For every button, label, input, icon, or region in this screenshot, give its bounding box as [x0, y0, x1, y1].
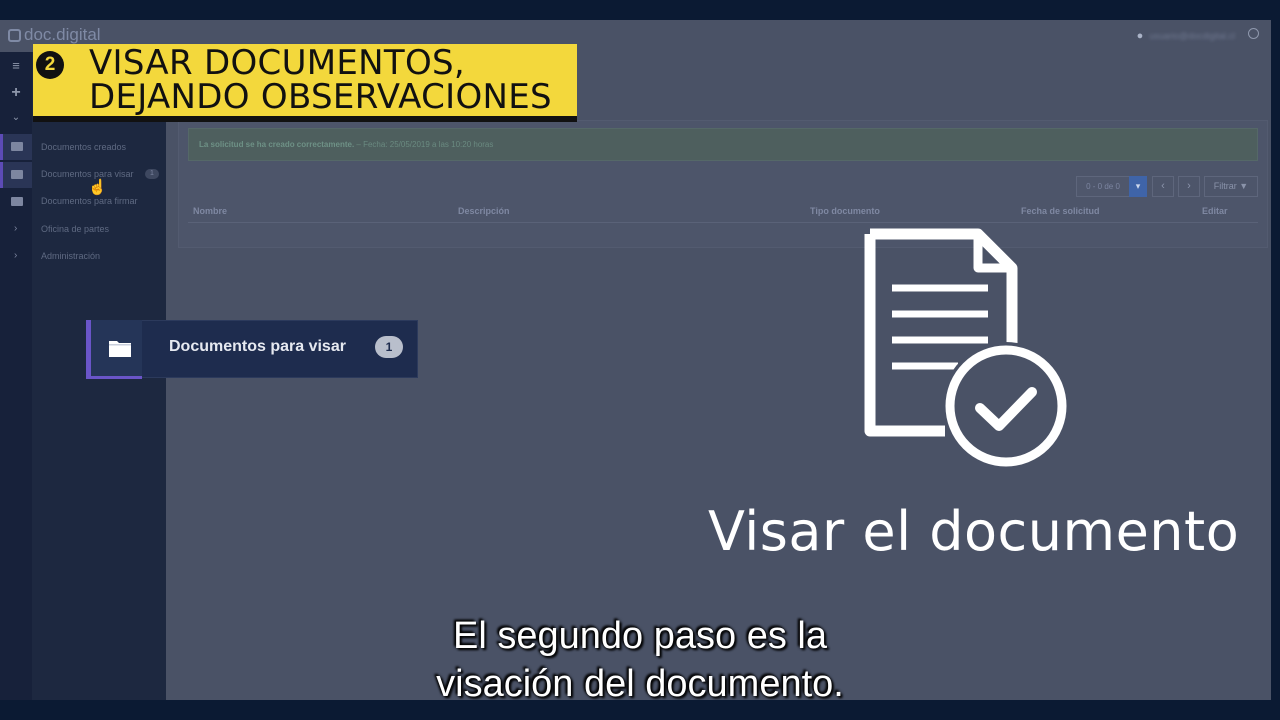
column-header-descripcion[interactable]: Descripción: [458, 206, 510, 216]
success-alert: La solicitud se ha creado correctamente.…: [188, 128, 1258, 161]
folder-icon: [11, 197, 23, 206]
callout-label: Documentos para visar: [169, 338, 346, 355]
column-header-nombre[interactable]: Nombre: [193, 206, 227, 216]
video-frame-bottom: [0, 700, 1280, 720]
alert-message: La solicitud se ha creado correctamente.: [199, 140, 355, 149]
logout-icon[interactable]: [1248, 28, 1259, 39]
callout-accent-underline: [86, 376, 142, 379]
prev-page-button[interactable]: ‹: [1152, 176, 1174, 197]
video-frame-top: [0, 0, 1280, 20]
filter-icon: ▼: [1239, 181, 1249, 191]
step-number: 2: [36, 51, 64, 79]
page-size-dropdown[interactable]: ▾: [1129, 176, 1147, 197]
sidebar-item-documentos-para-firmar[interactable]: Documentos para firmar: [41, 196, 138, 206]
filter-button[interactable]: Filtrar ▼: [1204, 176, 1258, 197]
folder-icon: [109, 341, 131, 357]
filter-label: Filtrar: [1213, 181, 1237, 191]
doc-logo-icon: [8, 28, 21, 42]
sidebar-item-documentos-creados[interactable]: Documentos creados: [41, 142, 126, 152]
menu-icon[interactable]: ≡: [8, 58, 24, 73]
chevron-right-icon: ›: [14, 223, 18, 234]
table-header-divider: [188, 222, 1258, 223]
alert-detail: – Fecha: 25/05/2019 a las 10:20 horas: [354, 140, 494, 149]
chevron-right-icon: ›: [14, 250, 18, 261]
mouse-cursor-icon: ☝: [88, 179, 107, 196]
sidebar-badge-visar: 1: [145, 169, 159, 179]
column-header-editar[interactable]: Editar: [1202, 206, 1228, 216]
user-menu[interactable]: ● usuario@docdigital.cl: [1137, 30, 1235, 42]
column-header-tipo-documento[interactable]: Tipo documento: [810, 206, 880, 216]
pagination-range: 0 - 0 de 0: [1076, 176, 1130, 197]
next-page-button[interactable]: ›: [1178, 176, 1200, 197]
chevron-down-icon[interactable]: ⌄: [8, 112, 24, 123]
column-header-fecha-solicitud[interactable]: Fecha de solicitud: [1021, 206, 1100, 216]
step-title: VISAR DOCUMENTOS, DEJANDO OBSERVACIONES: [89, 43, 552, 117]
document-check-icon: [864, 228, 1070, 470]
feature-caption: Visar el documento: [708, 500, 1240, 563]
folder-open-icon: [11, 142, 23, 151]
app-name: doc.digital: [24, 25, 101, 44]
folder-icon: [11, 170, 23, 179]
video-frame-right: [1271, 0, 1280, 720]
plus-icon[interactable]: +: [8, 84, 24, 102]
callout-badge: 1: [375, 336, 403, 358]
sidebar-item-administracion[interactable]: Administración: [41, 251, 100, 261]
video-subtitle: El segundo paso es la visación del docum…: [436, 615, 844, 705]
sidebar-item-oficina-de-partes[interactable]: Oficina de partes: [41, 224, 109, 234]
app-logo[interactable]: doc.digital: [8, 25, 101, 45]
user-name: usuario@docdigital.cl: [1149, 31, 1235, 41]
user-icon: ●: [1136, 30, 1144, 42]
